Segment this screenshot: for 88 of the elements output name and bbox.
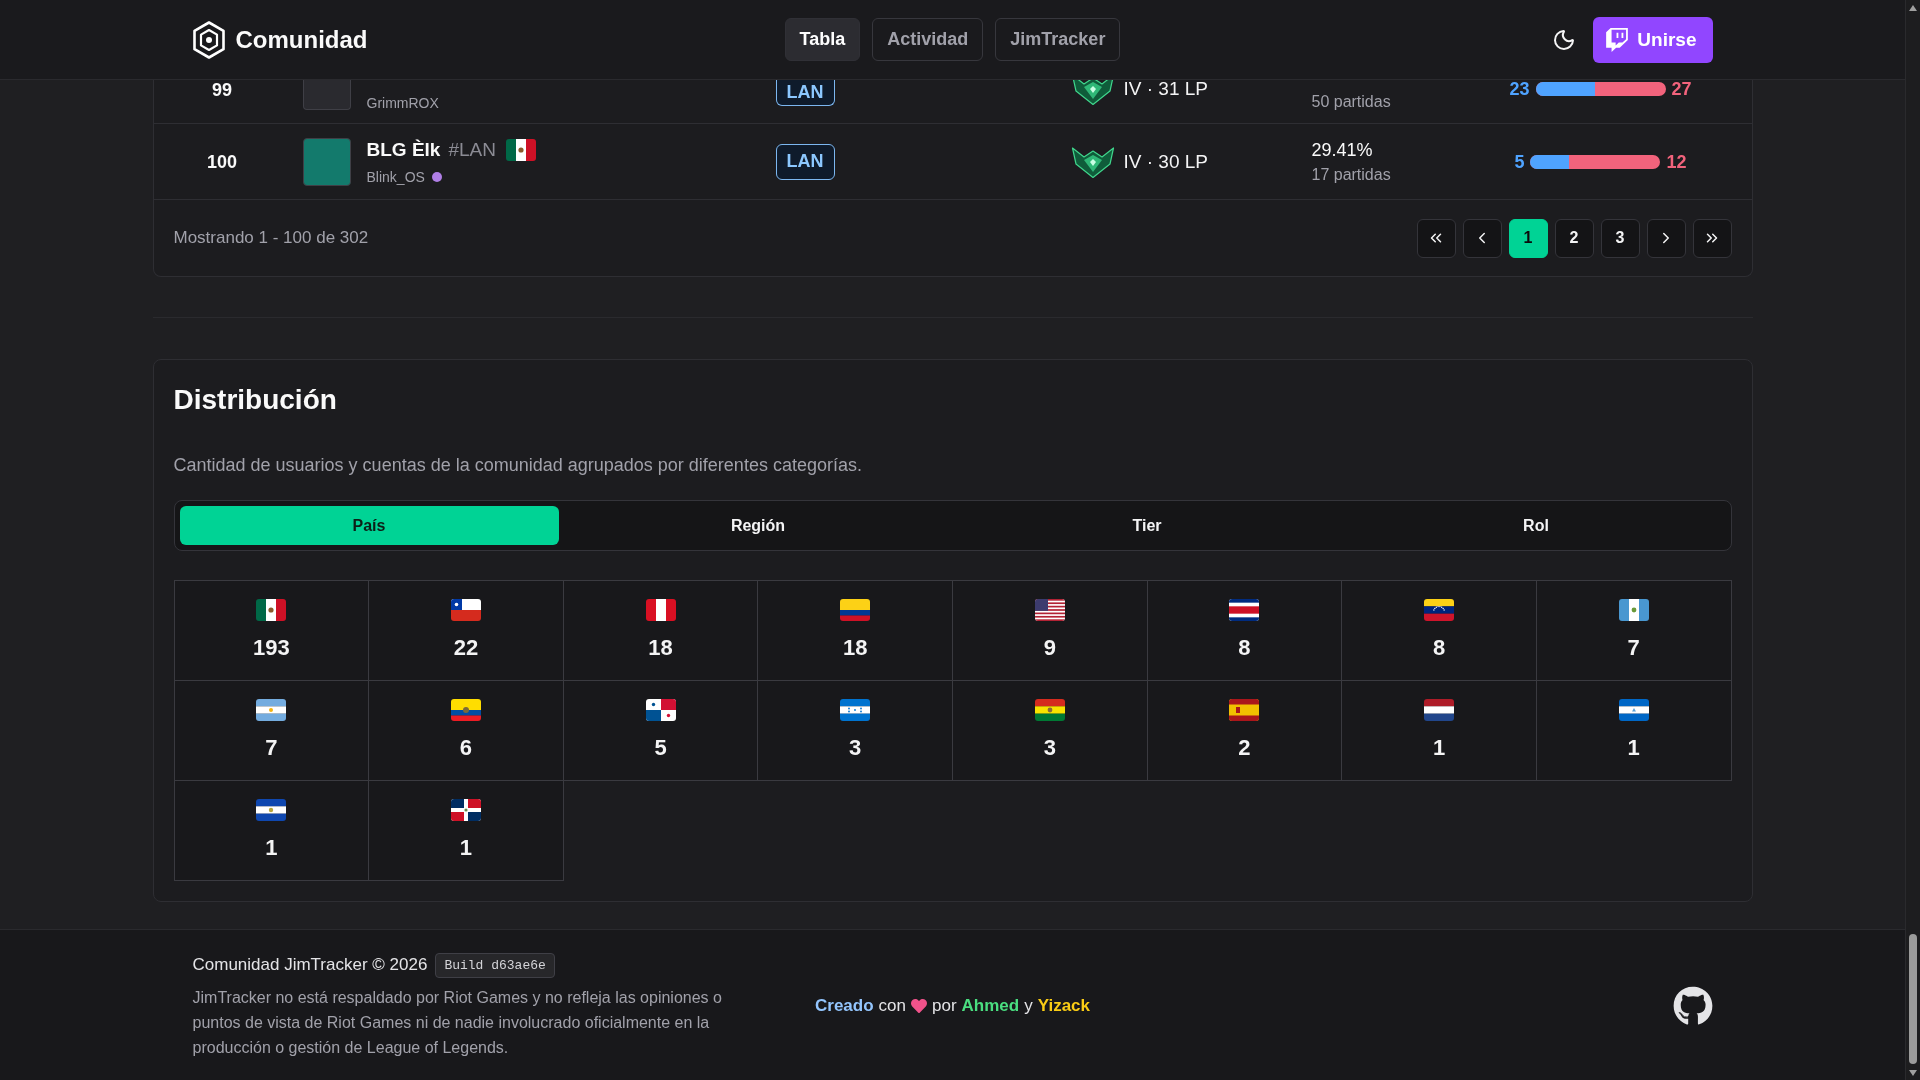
brand-name: Comunidad — [235, 25, 368, 54]
flag-icon — [1229, 599, 1260, 621]
losses-count: 27 — [1671, 80, 1692, 98]
nav-tab[interactable]: Actividad — [872, 18, 984, 61]
moon-icon[interactable] — [1552, 27, 1577, 52]
wins-count: 23 — [1509, 80, 1530, 98]
twitch-icon — [1605, 27, 1630, 52]
country-count: 6 — [459, 735, 473, 761]
country-count: 1 — [265, 835, 278, 861]
flag-icon — [256, 799, 287, 821]
country-count: 8 — [1238, 635, 1251, 661]
page-button[interactable]: 3 — [1600, 218, 1640, 258]
country-count: 18 — [648, 635, 673, 661]
scrollbar-thumb[interactable] — [1909, 934, 1917, 1064]
copyright-text: Comunidad JimTracker © 2026 — [192, 954, 428, 976]
hexagon-logo-icon — [192, 20, 225, 59]
flag-icon — [645, 599, 676, 621]
flag-icon — [450, 699, 481, 721]
country-count: 22 — [453, 635, 479, 661]
category-tab[interactable]: País — [179, 506, 559, 545]
nav-tab[interactable]: JimTracker — [995, 18, 1121, 61]
account-name: GrimmROX — [366, 94, 439, 112]
category-tab[interactable]: Región — [568, 506, 948, 545]
flag-icon — [1618, 599, 1649, 621]
country-count: 1 — [1627, 735, 1640, 761]
flag-icon — [256, 599, 287, 621]
credit-link[interactable]: Yizack — [1037, 994, 1090, 1018]
join-button[interactable]: Unirse — [1593, 16, 1713, 63]
winrate-text: 29.41% — [1311, 138, 1374, 161]
section-title: Distribución — [173, 383, 337, 417]
flag-icon — [450, 599, 481, 621]
flag-icon — [840, 599, 871, 621]
country-count: 2 — [1238, 735, 1251, 761]
last-page-button[interactable] — [1692, 218, 1732, 258]
flag-icon — [1424, 599, 1455, 621]
country-count: 9 — [1043, 635, 1056, 661]
games-count: 17 partidas — [1311, 164, 1391, 185]
flag-icon — [1034, 599, 1065, 621]
country-count: 7 — [1627, 635, 1640, 661]
page-button[interactable]: 2 — [1554, 218, 1594, 258]
player-tag: #LAN — [448, 137, 496, 162]
flag-icon — [256, 699, 287, 721]
flag-icon — [1424, 699, 1455, 721]
country-count: 1 — [459, 835, 473, 861]
flag-icon — [1229, 699, 1260, 721]
tier-emblem-icon — [1070, 80, 1115, 106]
scroll-down-icon[interactable] — [1909, 1070, 1917, 1076]
player-name: BLG Èlk — [366, 137, 441, 162]
country-count: 18 — [842, 635, 868, 661]
flag-icon — [1034, 699, 1065, 721]
games-count: 50 partidas — [1311, 92, 1391, 112]
category-tab[interactable]: Rol — [1346, 506, 1726, 545]
flag-icon — [645, 699, 676, 721]
github-icon[interactable] — [1672, 986, 1713, 1026]
country-count: 1 — [1432, 735, 1446, 761]
flag-icon — [505, 138, 536, 161]
first-page-button[interactable] — [1416, 218, 1456, 258]
credits-text: Creado con por Ahmed y Yizack — [815, 994, 1090, 1018]
rank-number: 99 — [212, 80, 232, 100]
region-badge: LAN — [775, 80, 835, 106]
losses-count: 12 — [1666, 152, 1687, 171]
rank-number: 100 — [206, 151, 237, 172]
tier-emblem-icon — [1070, 144, 1115, 179]
country-count: 3 — [1043, 735, 1056, 761]
country-count: 3 — [849, 735, 862, 761]
page-button[interactable]: 1 — [1508, 218, 1548, 258]
build-badge: Build d63ae6e — [435, 952, 555, 978]
flag-icon — [840, 699, 871, 721]
credit-link[interactable]: Ahmed — [961, 994, 1020, 1018]
account-name: Blink_OS — [366, 167, 425, 186]
flag-icon — [1618, 699, 1649, 721]
country-count: 8 — [1432, 635, 1446, 661]
scroll-up-icon[interactable] — [1909, 5, 1917, 11]
heart-icon — [911, 998, 927, 1014]
credit-link[interactable]: Creado — [815, 994, 874, 1018]
section-description: Cantidad de usuarios y cuentas de la comunidad agrupados por diferentes categorías. — [173, 454, 862, 477]
results-summary: Mostrando 1 - 100 de 302 — [173, 228, 369, 248]
country-count: 7 — [265, 735, 278, 761]
country-count: 5 — [654, 735, 667, 761]
flag-icon — [450, 799, 481, 821]
tier-text: IV · 31 LP — [1123, 80, 1208, 98]
wins-count: 5 — [1514, 152, 1525, 171]
disclaimer-text: JimTracker no está respaldado por Riot Games y no refleja las opiniones o puntos de vista de Riot Games ni de nadie involucrado oficialmente en la producción o gestión de League of Legends. — [192, 988, 723, 1058]
region-badge: LAN — [775, 143, 835, 180]
nav-tab[interactable]: Tabla — [784, 18, 861, 61]
country-count: 193 — [252, 635, 290, 661]
tier-text: IV · 30 LP — [1123, 149, 1208, 174]
category-tab[interactable]: Tier — [957, 506, 1337, 545]
